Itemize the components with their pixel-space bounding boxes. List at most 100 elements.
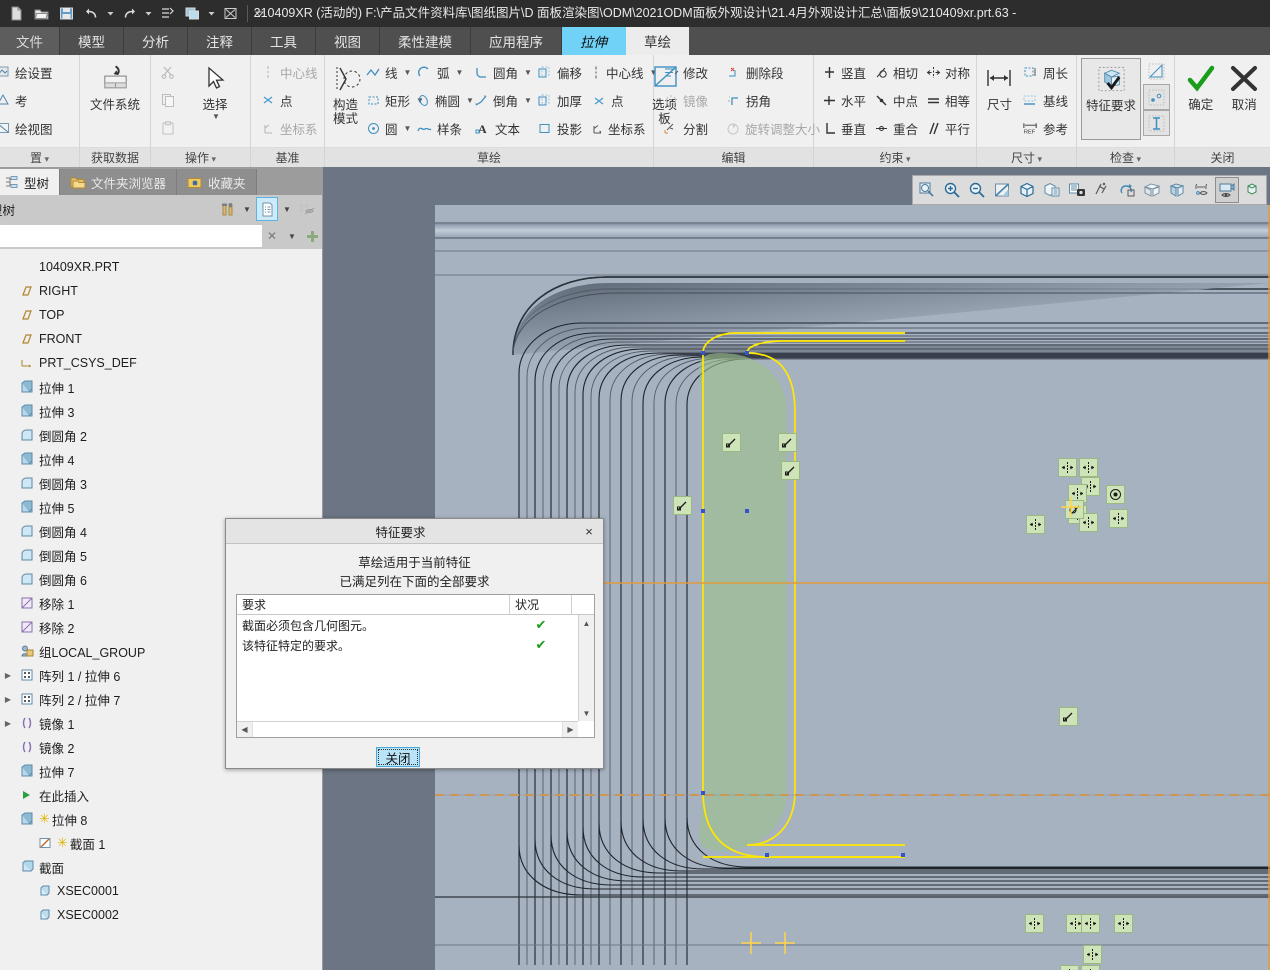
perspective-icon[interactable] — [1165, 177, 1189, 203]
scroll-up-icon[interactable]: ▲ — [579, 615, 594, 631]
repaint-icon[interactable] — [990, 177, 1014, 203]
tree-item-24[interactable]: ✳ 截面 1 — [0, 831, 322, 855]
shade-closed-loops-button[interactable] — [1143, 110, 1170, 136]
refit-icon[interactable] — [915, 177, 939, 203]
point-button[interactable]: 点 — [255, 86, 322, 114]
tree-item-6[interactable]: 拉伸 3 — [0, 399, 322, 423]
symmetric-marker[interactable] — [1026, 515, 1045, 534]
tree-item-9[interactable]: 倒圆角 3 — [0, 471, 322, 495]
scroll-right-icon[interactable]: ▶ — [563, 722, 578, 737]
tree-settings-icon[interactable] — [216, 197, 238, 221]
line-dropdown-icon[interactable]: ▼ — [404, 68, 412, 77]
display-style-icon[interactable] — [1015, 177, 1039, 203]
chevron-down-icon[interactable]: ▾ — [209, 154, 216, 164]
tree-item-27[interactable]: XSEC0002 — [0, 903, 322, 927]
tree-item-0[interactable]: 10409XR.PRT — [0, 255, 322, 279]
tangent-marker[interactable] — [1059, 707, 1078, 726]
symmetric-marker[interactable] — [1025, 914, 1044, 933]
tangent-marker[interactable] — [673, 496, 692, 515]
dialog-close-button[interactable]: 关闭 — [376, 747, 420, 767]
tree-item-1[interactable]: RIGHT — [0, 279, 322, 303]
save-icon[interactable] — [54, 2, 78, 26]
symmetric-marker[interactable] — [1079, 458, 1098, 477]
tree-item-26[interactable]: XSEC0001 — [0, 879, 322, 903]
modify-button[interactable]: 修改 — [658, 58, 721, 86]
horizontal-scrollbar[interactable]: ◀ ▶ — [237, 721, 578, 737]
ok-button[interactable]: 确定 — [1179, 58, 1223, 144]
horizontal-constraint-button[interactable]: 水平 — [818, 86, 870, 114]
customize-qat-icon[interactable] — [253, 2, 265, 26]
table-row[interactable]: 截面必须包含几何图元。 ✔ — [237, 615, 594, 635]
chamfer-button[interactable]: 倒角 ▼ — [470, 86, 532, 114]
symmetric-marker[interactable] — [1081, 965, 1100, 970]
ellipse-button[interactable]: 椭圆 ▼ — [412, 86, 474, 114]
cancel-button[interactable]: 取消 — [1223, 58, 1267, 144]
ribbon-tab-view[interactable]: 视图 — [316, 27, 380, 55]
arc-button[interactable]: 弧 ▼ — [412, 58, 470, 86]
coincident-constraint-button[interactable]: 重合 — [870, 114, 922, 142]
chevron-down-icon[interactable]: ▾ — [1134, 154, 1141, 164]
baseline-button[interactable]: 基线 — [1018, 86, 1072, 114]
tree-display-icon[interactable] — [256, 197, 278, 221]
select-button[interactable]: 选择 ▼ — [184, 58, 246, 144]
ribbon-tab-sketch[interactable]: 草绘 — [626, 27, 689, 55]
expand-arrow-icon[interactable]: ▶ — [2, 695, 14, 704]
new-file-icon[interactable] — [4, 2, 28, 26]
tree-item-23[interactable]: ✳ 拉伸 8 — [0, 807, 322, 831]
perpendicular-constraint-button[interactable]: 垂直 — [818, 114, 870, 142]
ribbon-tab-flexible-modeling[interactable]: 柔性建模 — [380, 27, 471, 55]
tree-item-25[interactable]: 截面 — [0, 855, 322, 879]
saved-views-icon[interactable] — [1040, 177, 1064, 203]
tangent-marker[interactable] — [722, 433, 741, 452]
perimeter-button[interactable]: 周长 — [1018, 58, 1072, 86]
expand-arrow-icon[interactable]: ▶ — [2, 719, 14, 728]
centerline2-button[interactable]: 中心线 ▼ — [586, 58, 657, 86]
chamfer-dropdown-icon[interactable]: ▼ — [524, 96, 532, 105]
parallel-constraint-button[interactable]: 平行 — [922, 114, 974, 142]
concentric-marker[interactable] — [1106, 485, 1125, 504]
quick-access-toolbar[interactable] — [0, 0, 265, 27]
rectangle-button[interactable]: 矩形 ▼ — [362, 86, 424, 114]
offset-button[interactable]: 偏移 — [532, 58, 586, 86]
select-dropdown-icon[interactable]: ▼ — [212, 112, 220, 121]
redo-icon[interactable] — [117, 2, 141, 26]
csys2-button[interactable]: 坐标系 — [586, 114, 648, 142]
chevron-down-icon[interactable]: ▾ — [42, 154, 49, 164]
vertical-scrollbar[interactable]: ▲ ▼ — [578, 615, 594, 721]
scroll-track[interactable] — [252, 722, 563, 737]
close-window-icon[interactable] — [218, 2, 242, 26]
search-caret-icon[interactable]: ▼ — [282, 224, 302, 248]
annotation-display-icon[interactable] — [1190, 177, 1214, 203]
redo-dropdown-icon[interactable] — [142, 2, 154, 26]
divide-button[interactable]: 分割 — [658, 114, 721, 142]
sketch-setup-button[interactable]: 绘设置 — [0, 58, 57, 86]
search-add-icon[interactable] — [302, 224, 322, 248]
tangent-circle-marker[interactable] — [1065, 500, 1084, 519]
tangent-marker[interactable] — [778, 433, 797, 452]
tree-item-5[interactable]: 拉伸 1 — [0, 375, 322, 399]
spline-button[interactable]: 样条 — [412, 114, 470, 142]
spin-center-icon[interactable] — [1115, 177, 1139, 203]
scroll-down-icon[interactable]: ▼ — [579, 705, 594, 721]
ribbon-tab-file[interactable]: 文件 — [0, 27, 60, 55]
sketch-display-icon[interactable] — [1215, 177, 1239, 203]
reference-dim-button[interactable]: REF 参考 — [1018, 114, 1072, 142]
ribbon-tab-analysis[interactable]: 分析 — [124, 27, 188, 55]
construction-mode-button[interactable]: 构造模式 — [329, 58, 362, 144]
close-icon[interactable]: × — [575, 519, 603, 544]
feature-requirements-button[interactable]: 特征要求 — [1081, 58, 1141, 140]
symmetric-marker[interactable] — [1060, 965, 1079, 970]
ribbon-tab-extrude[interactable]: 拉伸 — [562, 27, 626, 55]
chevron-down-icon[interactable]: ▾ — [903, 154, 911, 164]
tab-folder-browser[interactable]: 文件夹浏览器 — [60, 169, 178, 195]
symmetric-constraint-button[interactable]: 对称 — [922, 58, 974, 86]
tab-favorites[interactable]: 收藏夹 — [177, 169, 257, 195]
regenerate-icon[interactable] — [155, 2, 179, 26]
more-views-icon[interactable] — [1240, 177, 1264, 203]
tree-item-3[interactable]: FRONT — [0, 327, 322, 351]
delete-segment-button[interactable]: 删除段 — [721, 58, 809, 86]
corner-button[interactable]: 拐角 — [721, 86, 809, 114]
tree-item-8[interactable]: 拉伸 4 — [0, 447, 322, 471]
tangent-constraint-button[interactable]: 相切 — [870, 58, 922, 86]
symmetric-marker[interactable] — [1114, 914, 1133, 933]
